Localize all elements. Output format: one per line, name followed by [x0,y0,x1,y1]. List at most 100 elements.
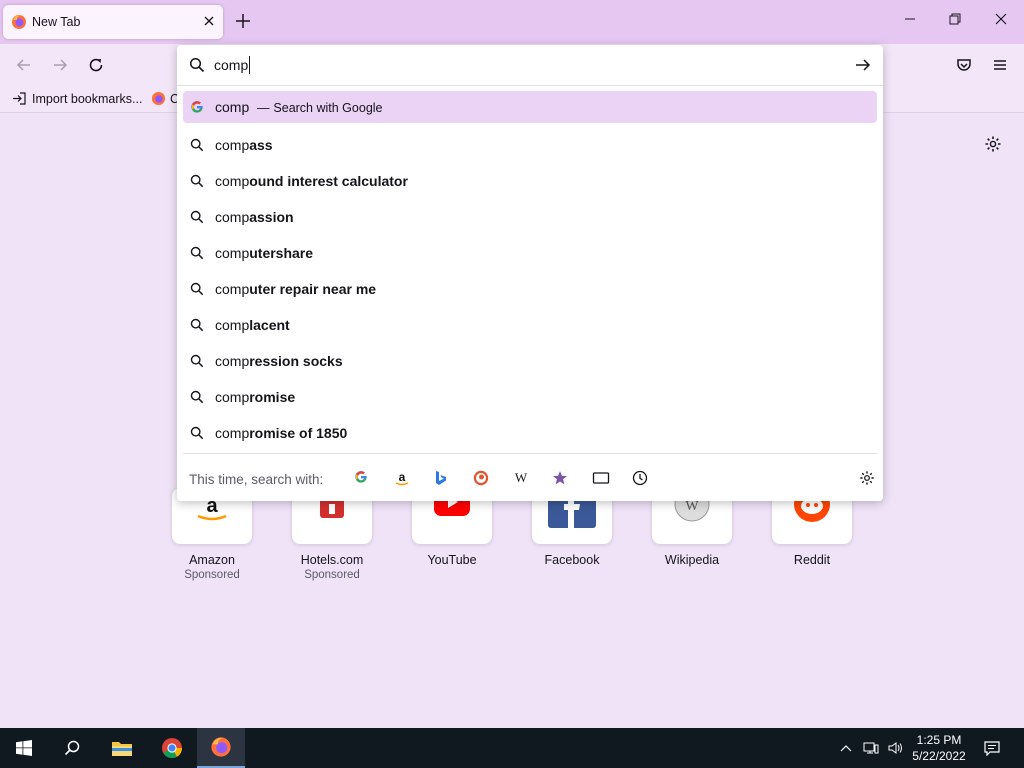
svg-text:W: W [515,470,528,485]
typed-text: comp [215,209,250,225]
suggestion-text: compromise of 1850 [215,425,347,441]
tab-title: New Tab [32,15,81,29]
pocket-icon[interactable] [955,56,973,74]
new-tab-plus-icon[interactable] [234,12,252,30]
import-bookmarks-item[interactable]: Import bookmarks... [12,91,142,106]
back-arrow-icon[interactable] [15,56,33,74]
typed-text: comp [215,317,250,333]
taskbar-chrome[interactable] [148,728,196,768]
separator-dash: — [257,101,270,115]
reload-icon[interactable] [87,56,105,74]
search-settings-gear-icon[interactable] [859,470,875,486]
google-icon [190,100,204,114]
firefox-icon [11,14,27,30]
restore-icon[interactable] [948,12,962,26]
suggestion-row[interactable]: compass [183,127,877,163]
hamburger-menu-icon[interactable] [991,56,1009,74]
search-icon [190,282,204,296]
top-site-label: Hotels.com [300,553,364,567]
one-off-search-bar: This time, search with: a W [183,453,877,502]
sponsored-label: Sponsored [184,569,240,581]
amazon-icon[interactable]: a [394,470,410,486]
close-tab-icon[interactable] [203,15,215,27]
top-site-label: Amazon [189,553,235,567]
firefox-icon [210,736,232,758]
import-icon [12,91,27,106]
windows-logo-icon [16,740,32,756]
taskbar-firefox[interactable] [197,728,245,768]
suggestion-list: comp — Search with Google compass compou… [183,91,877,451]
tray-overflow-chevron-icon[interactable] [836,728,856,768]
windows-taskbar: 1:25 PM 5/22/2022 [0,728,1024,768]
typed-text: comp [215,99,250,115]
completion-text: romise [249,389,296,405]
search-action-label: Search with Google [273,101,383,115]
minimize-icon[interactable] [903,12,917,26]
suggestion-text: compass [215,137,273,153]
suggestion-row[interactable]: computer repair near me [183,271,877,307]
svg-text:a: a [399,470,406,484]
taskbar-clock[interactable]: 1:25 PM 5/22/2022 [907,732,971,764]
suggestion-text: compound interest calculator [215,173,408,189]
search-icon [190,390,204,404]
chrome-icon [161,737,183,759]
search-icon [64,740,80,756]
top-site-label: Wikipedia [664,553,720,567]
suggestion-row[interactable]: compassion [183,199,877,235]
taskbar-search-button[interactable] [48,728,96,768]
completion-text: uter repair near me [249,281,377,297]
wikipedia-icon[interactable]: W [512,470,530,486]
go-arrow-icon[interactable] [854,57,872,73]
import-bookmarks-label: Import bookmarks... [32,91,143,106]
duckduckgo-icon[interactable] [473,470,489,486]
volume-icon[interactable] [884,728,906,768]
suggestion-search-with-google[interactable]: comp — Search with Google [183,91,877,123]
forward-arrow-icon[interactable] [51,56,69,74]
typed-text: comp [215,137,250,153]
completion-text: ound interest calculator [249,173,408,189]
completion-text: romise of 1850 [249,425,348,441]
history-clock-icon[interactable] [632,470,648,486]
completion-text: ression socks [249,353,343,369]
top-site-label: Reddit [793,553,831,567]
google-icon[interactable] [354,470,368,484]
network-icon[interactable] [860,728,882,768]
start-button[interactable] [0,728,48,768]
suggestion-row[interactable]: complacent [183,307,877,343]
completion-text: lacent [249,317,290,333]
urlbar-popup: comp — Search with Google compass compou… [177,45,883,501]
clock-time: 1:25 PM [916,733,962,747]
typed-text: comp [215,389,250,405]
sponsored-label: Sponsored [304,569,360,581]
bing-icon[interactable] [434,470,448,486]
suggestion-row[interactable]: compromise [183,379,877,415]
tab-new-tab[interactable]: New Tab [3,5,223,39]
completion-text: assion [249,209,294,225]
typed-text: comp [215,425,250,441]
suggestion-row[interactable]: compromise of 1850 [183,415,877,451]
bookmarks-star-icon[interactable] [552,470,568,486]
suggestion-row[interactable]: compound interest calculator [183,163,877,199]
tab-strip: New Tab [0,0,1024,44]
tabs-icon[interactable] [592,470,610,486]
address-bar-input[interactable] [214,54,814,76]
search-icon [190,354,204,368]
typed-text: comp [215,245,250,261]
firefox-icon [151,91,166,106]
taskbar-file-explorer[interactable] [98,728,146,768]
bookmark-item[interactable]: C [151,91,179,106]
search-icon [190,210,204,224]
notification-icon[interactable] [980,728,1004,768]
search-icon [189,57,205,73]
search-icon [190,174,204,188]
suggestion-row[interactable]: computershare [183,235,877,271]
text-caret [249,56,250,74]
top-site-label: YouTube [427,553,477,567]
close-window-icon[interactable] [994,12,1008,26]
customize-gear-icon[interactable] [984,135,1002,153]
suggestion-row[interactable]: compression socks [183,343,877,379]
suggestion-text: computer repair near me [215,281,376,297]
search-icon [190,138,204,152]
search-icon [190,246,204,260]
suggestion-text: computershare [215,245,313,261]
